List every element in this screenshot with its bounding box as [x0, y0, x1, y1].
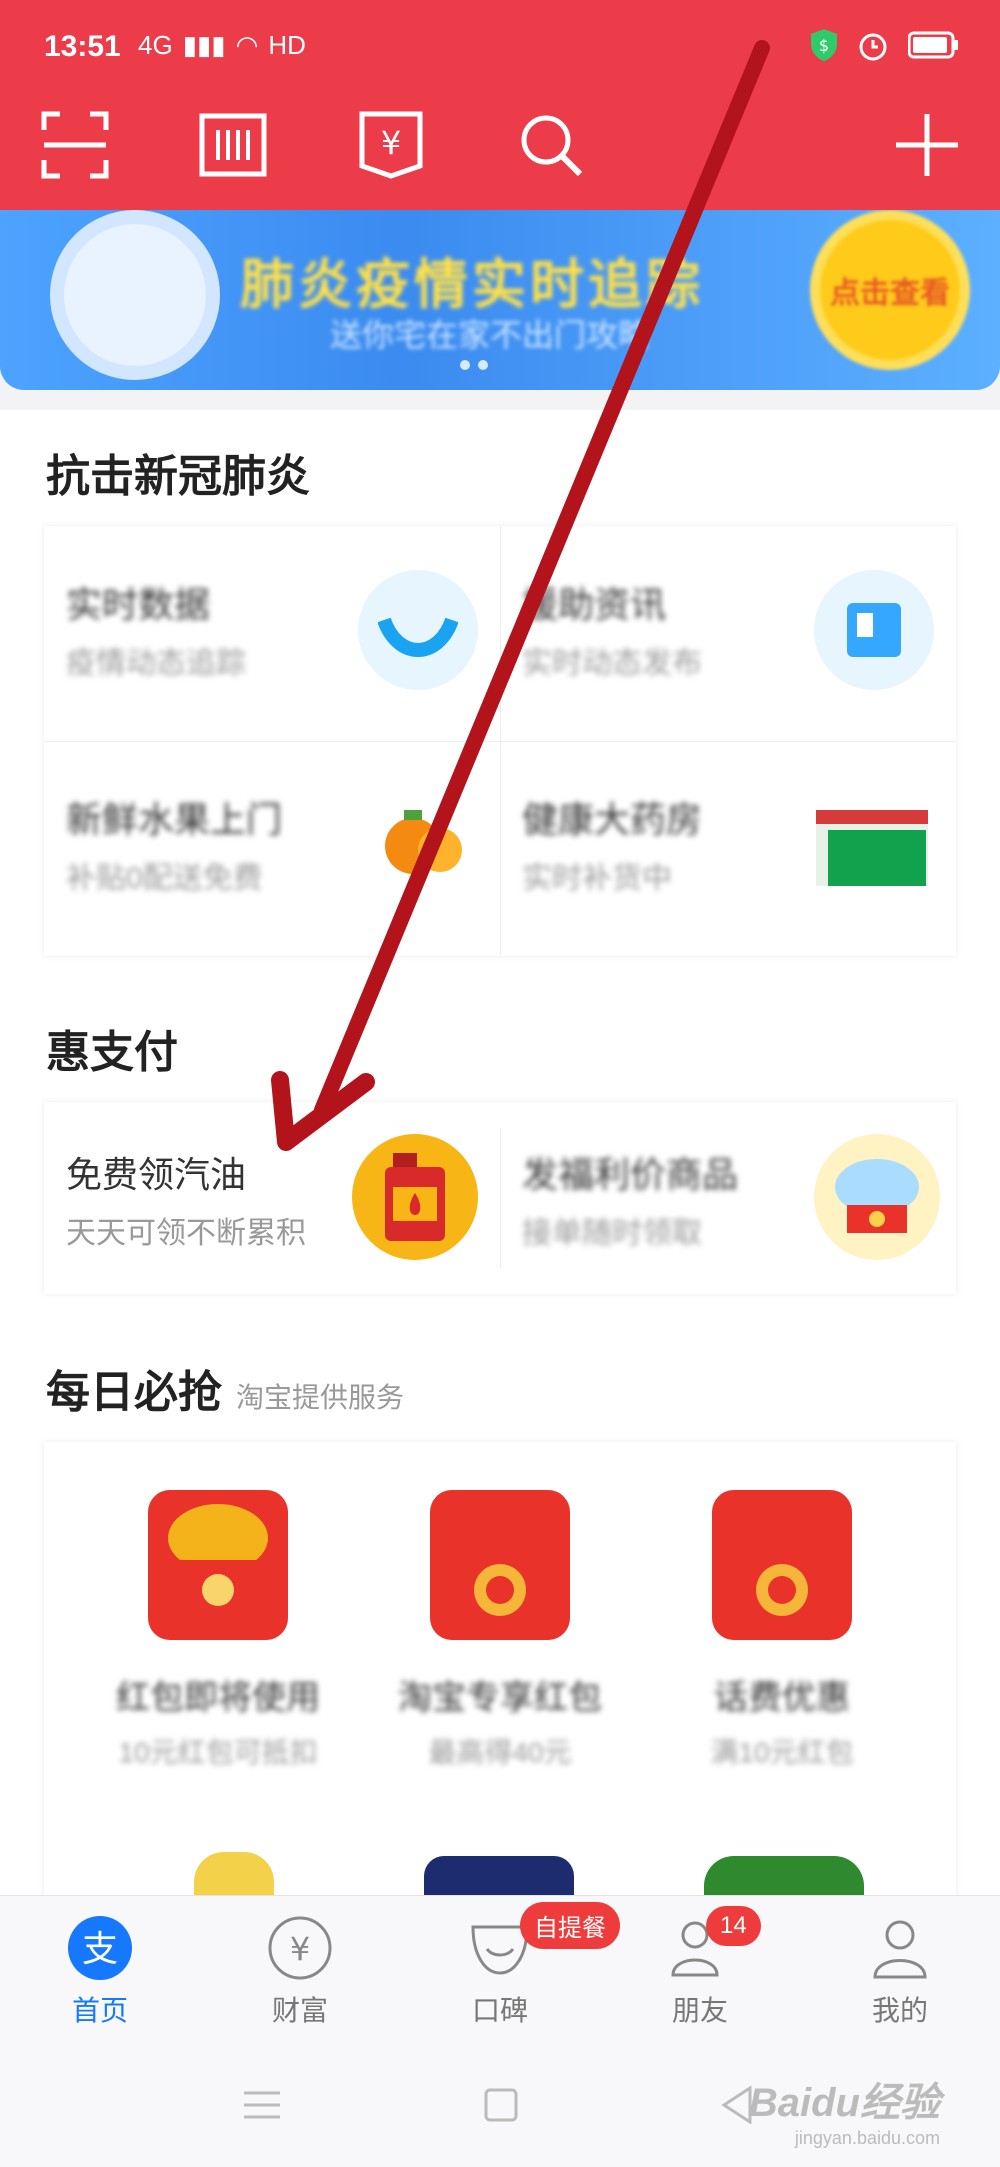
- hd-label: HD: [268, 30, 306, 60]
- svg-text:$: $: [819, 36, 829, 55]
- section-title-daily: 每日必抢: [46, 1368, 222, 1417]
- battery-icon: [908, 31, 958, 59]
- nav-label: 首页: [71, 1995, 128, 2026]
- covid-item-3[interactable]: 新鲜水果上门 补贴0配送免费: [66, 791, 282, 897]
- search-icon[interactable]: [516, 110, 586, 180]
- status-right-icons: $: [810, 28, 960, 62]
- home-square-icon[interactable]: [484, 2088, 518, 2127]
- divider: [44, 741, 956, 742]
- item-sub: 实时动态发布: [522, 647, 702, 680]
- friends-badge: 14: [706, 1906, 761, 1946]
- nav-label: 我的: [871, 1995, 928, 2026]
- collect-money-icon[interactable]: ¥: [356, 110, 426, 180]
- status-time: 13:51: [44, 30, 121, 63]
- menu-icon[interactable]: [244, 2090, 280, 2125]
- svg-text:¥: ¥: [381, 124, 401, 162]
- data-icon: [358, 570, 478, 690]
- item-sub: 实时补货中: [522, 862, 672, 895]
- covid-item-1[interactable]: 实时数据 疫情动态追踪: [66, 576, 246, 682]
- gift-icon: [814, 1134, 940, 1260]
- profile-icon: [867, 1915, 933, 1981]
- fruit-icon: [368, 788, 478, 898]
- nav-label: 财富: [271, 1995, 328, 2026]
- pay-code-icon[interactable]: [198, 110, 268, 180]
- status-network: 4G ▮▮▮ ◠ HD: [138, 30, 306, 61]
- huizhifu-item-gas[interactable]: 免费领汽油 天天可领不断累积: [66, 1146, 306, 1252]
- nav-label: 口碑: [471, 1995, 528, 2026]
- koubei-badge: 自提餐: [520, 1902, 620, 1949]
- item-title: 援助资讯: [522, 584, 667, 625]
- huizhifu-card: 免费领汽油 天天可领不断累积 发福利价商品 接单随时领取: [44, 1102, 956, 1294]
- network-type: 4G: [138, 30, 173, 60]
- wealth-icon: ¥: [267, 1915, 333, 1981]
- scan-icon[interactable]: [40, 110, 110, 180]
- section-header-daily: 每日必抢 淘宝提供服务: [46, 1356, 404, 1420]
- item-sub: 接单随时领取: [522, 1217, 702, 1250]
- banner-title: 肺炎疫情实时追踪: [240, 255, 704, 315]
- daily-card: 红包即将使用 10元红包可抵扣 淘宝专享红包 最高得40元 话费优惠 满10元红…: [44, 1442, 956, 1902]
- signal-icon: ▮▮▮: [182, 30, 226, 60]
- item-title: 发福利价商品: [522, 1154, 739, 1195]
- nav-home[interactable]: 支 首页: [30, 1915, 170, 2029]
- daily-name: 淘宝专享红包: [398, 1679, 602, 1717]
- red-packet-icon: [712, 1490, 852, 1640]
- daily-sub: 最高得40元: [428, 1737, 572, 1768]
- nav-label: 朋友: [671, 1995, 728, 2026]
- red-packet-icon: [148, 1490, 288, 1640]
- daily-item-2[interactable]: 淘宝专享红包 最高得40元: [370, 1490, 630, 1771]
- nav-wealth[interactable]: ¥ 财富: [230, 1915, 370, 2029]
- daily-sub: 10元红包可抵扣: [118, 1737, 318, 1768]
- daily-item-1[interactable]: 红包即将使用 10元红包可抵扣: [88, 1490, 348, 1771]
- section-title-covid: 抗击新冠肺炎: [46, 452, 310, 501]
- banner-coin: 点击查看: [810, 210, 970, 370]
- covid-card: 实时数据 疫情动态追踪 援助资讯 实时动态发布 新鲜水果上门 补贴0配送免费 健…: [44, 526, 956, 956]
- daily-name: 话费优惠: [714, 1679, 850, 1717]
- banner-subtitle: 送你宅在家不出门攻略: [330, 317, 651, 353]
- gas-can-icon: [352, 1134, 478, 1260]
- svg-text:支: 支: [82, 1929, 118, 1970]
- covid-item-2[interactable]: 援助资讯 实时动态发布: [522, 576, 702, 682]
- daily-item-3[interactable]: 话费优惠 满10元红包: [652, 1490, 912, 1771]
- banner-logo: [50, 210, 220, 380]
- alipay-icon: 支: [67, 1915, 133, 1981]
- watermark: Baidu经验: [748, 2081, 940, 2125]
- item-title: 实时数据: [66, 584, 211, 625]
- add-icon[interactable]: [892, 110, 962, 180]
- daily-name: 红包即将使用: [116, 1679, 320, 1717]
- covid-item-4[interactable]: 健康大药房 实时补货中: [522, 791, 702, 897]
- section-provider: 淘宝提供服务: [236, 1382, 405, 1413]
- divider: [500, 1128, 501, 1268]
- alarm-icon: [859, 33, 887, 61]
- huizhifu-item-2[interactable]: 发福利价商品 接单随时领取: [522, 1146, 738, 1252]
- item-title: 健康大药房: [522, 799, 703, 840]
- item-title: 新鲜水果上门: [66, 799, 283, 840]
- medicine-icon: [814, 804, 934, 890]
- banner-pagination: [460, 360, 488, 370]
- shield-icon: $: [811, 29, 837, 61]
- svg-text:¥: ¥: [290, 1930, 310, 1968]
- news-icon: [814, 570, 934, 690]
- red-packet-icon: [430, 1490, 570, 1640]
- wifi-icon: ◠: [235, 30, 259, 60]
- item-title: 免费领汽油: [66, 1154, 247, 1195]
- item-sub: 补贴0配送免费: [66, 862, 263, 895]
- daily-sub: 满10元红包: [710, 1737, 854, 1768]
- nav-mine[interactable]: 我的: [830, 1915, 970, 2029]
- watermark-sub: jingyan.baidu.com: [794, 2128, 940, 2148]
- item-sub: 疫情动态追踪: [66, 647, 246, 680]
- item-sub: 天天可领不断累积: [66, 1217, 306, 1250]
- section-title-huizhifu: 惠支付: [46, 1028, 178, 1077]
- promo-banner[interactable]: 肺炎疫情实时追踪 送你宅在家不出门攻略 点击查看: [0, 210, 1000, 390]
